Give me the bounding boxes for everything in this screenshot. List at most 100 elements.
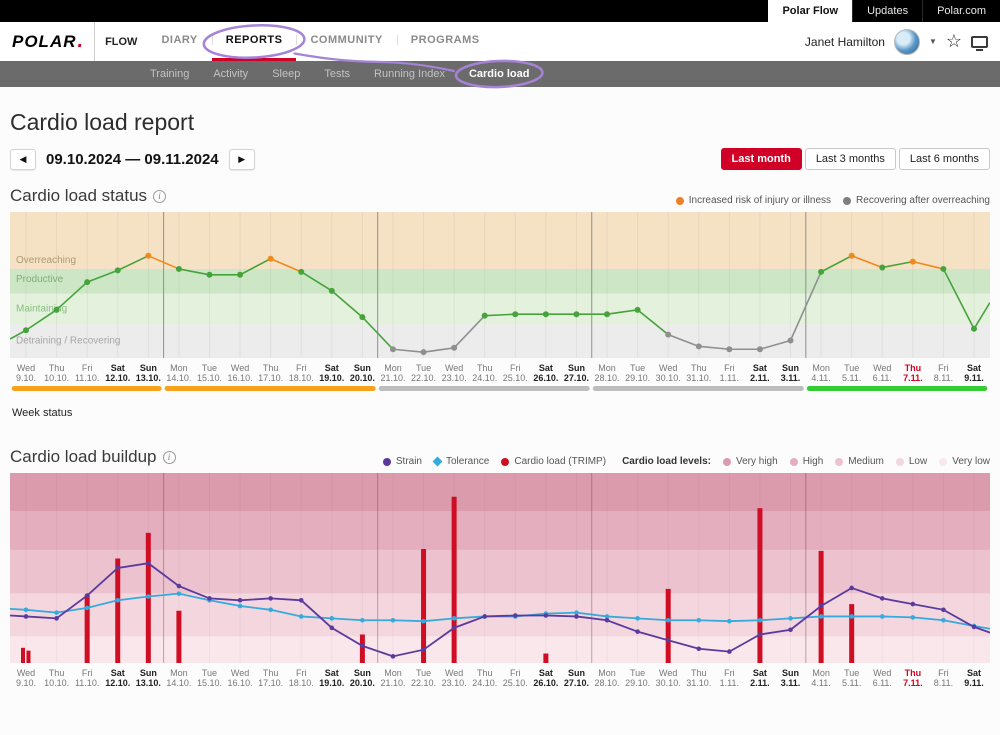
toptab-polar-com[interactable]: Polar.com — [922, 0, 1000, 22]
status-data-point[interactable] — [54, 307, 60, 313]
strain-point[interactable] — [574, 614, 579, 619]
tolerance-point[interactable] — [452, 616, 457, 621]
strain-point[interactable] — [605, 618, 610, 623]
status-data-point[interactable] — [971, 326, 977, 332]
status-data-point[interactable] — [543, 311, 549, 317]
tolerance-point[interactable] — [85, 606, 90, 611]
subnav-item-cardio-load[interactable]: Cardio load — [469, 68, 530, 80]
status-data-point[interactable] — [359, 314, 365, 320]
status-data-point[interactable] — [696, 343, 702, 349]
strain-point[interactable] — [635, 629, 640, 634]
trimp-bar[interactable] — [21, 648, 25, 663]
tolerance-point[interactable] — [177, 591, 182, 596]
strain-point[interactable] — [911, 602, 916, 607]
prev-period-button[interactable]: ◀ — [10, 149, 36, 170]
next-period-button[interactable]: ▶ — [229, 149, 255, 170]
info-icon[interactable]: i — [153, 190, 166, 203]
status-data-point[interactable] — [512, 311, 518, 317]
strain-point[interactable] — [115, 566, 120, 571]
monitor-icon[interactable] — [971, 36, 988, 48]
nav-item-programs[interactable]: PROGRAMS — [397, 22, 494, 61]
strain-point[interactable] — [85, 593, 90, 598]
status-data-point[interactable] — [726, 346, 732, 352]
strain-point[interactable] — [391, 654, 396, 659]
nav-item-diary[interactable]: DIARY — [147, 22, 211, 61]
strain-point[interactable] — [24, 614, 29, 619]
trimp-bar[interactable] — [27, 651, 31, 663]
tolerance-point[interactable] — [758, 618, 763, 623]
status-data-point[interactable] — [390, 346, 396, 352]
status-data-point[interactable] — [298, 269, 304, 275]
tolerance-point[interactable] — [727, 619, 732, 624]
star-icon[interactable]: ☆ — [946, 31, 962, 52]
subnav-item-tests[interactable]: Tests — [324, 68, 350, 80]
status-data-point[interactable] — [84, 279, 90, 285]
strain-point[interactable] — [727, 649, 732, 654]
tolerance-point[interactable] — [880, 614, 885, 619]
strain-point[interactable] — [788, 627, 793, 632]
status-data-point[interactable] — [482, 313, 488, 319]
status-data-point[interactable] — [206, 272, 212, 278]
toptab-polar-flow[interactable]: Polar Flow — [768, 0, 852, 22]
strain-point[interactable] — [360, 644, 365, 649]
strain-point[interactable] — [544, 613, 549, 618]
strain-point[interactable] — [177, 584, 182, 589]
status-data-point[interactable] — [268, 256, 274, 262]
status-data-point[interactable] — [879, 264, 885, 270]
avatar[interactable] — [894, 29, 920, 55]
strain-point[interactable] — [54, 616, 59, 621]
strain-point[interactable] — [299, 598, 304, 603]
strain-point[interactable] — [146, 561, 151, 566]
status-data-point[interactable] — [176, 266, 182, 272]
strain-point[interactable] — [849, 586, 854, 591]
strain-point[interactable] — [452, 626, 457, 631]
chevron-down-icon[interactable]: ▼ — [929, 37, 937, 46]
nav-item-community[interactable]: COMMUNITY — [296, 22, 396, 61]
trimp-bar[interactable] — [452, 497, 457, 663]
strain-point[interactable] — [207, 596, 212, 601]
tolerance-point[interactable] — [238, 604, 243, 609]
status-data-point[interactable] — [604, 311, 610, 317]
trimp-bar[interactable] — [115, 559, 120, 664]
strain-point[interactable] — [238, 598, 243, 603]
tolerance-point[interactable] — [360, 618, 365, 623]
strain-point[interactable] — [268, 596, 273, 601]
subnav-item-training[interactable]: Training — [150, 68, 189, 80]
tolerance-point[interactable] — [941, 618, 946, 623]
status-data-point[interactable] — [573, 311, 579, 317]
tolerance-point[interactable] — [421, 619, 426, 624]
strain-point[interactable] — [330, 626, 335, 631]
status-data-point[interactable] — [23, 327, 29, 333]
tolerance-point[interactable] — [146, 594, 151, 599]
strain-point[interactable] — [880, 596, 885, 601]
subnav-item-activity[interactable]: Activity — [213, 68, 248, 80]
strain-point[interactable] — [972, 625, 977, 630]
strain-point[interactable] — [513, 613, 518, 618]
status-data-point[interactable] — [940, 266, 946, 272]
tolerance-point[interactable] — [330, 616, 335, 621]
strain-point[interactable] — [482, 614, 487, 619]
range-button-last-month[interactable]: Last month — [721, 148, 802, 170]
subnav-item-sleep[interactable]: Sleep — [272, 68, 300, 80]
status-data-point[interactable] — [849, 253, 855, 259]
strain-point[interactable] — [819, 604, 824, 609]
tolerance-point[interactable] — [391, 618, 396, 623]
status-data-point[interactable] — [237, 272, 243, 278]
info-icon[interactable]: i — [163, 451, 176, 464]
status-data-point[interactable] — [635, 307, 641, 313]
nav-item-reports[interactable]: REPORTS — [212, 22, 297, 61]
status-data-point[interactable] — [818, 269, 824, 275]
status-data-point[interactable] — [788, 337, 794, 343]
trimp-bar[interactable] — [543, 654, 548, 664]
range-button-last-3-months[interactable]: Last 3 months — [805, 148, 896, 170]
trimp-bar[interactable] — [757, 508, 762, 663]
tolerance-point[interactable] — [788, 616, 793, 621]
strain-point[interactable] — [421, 647, 426, 652]
strain-point[interactable] — [758, 632, 763, 637]
status-data-point[interactable] — [757, 346, 763, 352]
tolerance-point[interactable] — [635, 616, 640, 621]
strain-point[interactable] — [941, 608, 946, 613]
trimp-bar[interactable] — [849, 604, 854, 663]
polar-logo[interactable]: POLAR. — [12, 22, 84, 61]
tolerance-point[interactable] — [849, 614, 854, 619]
